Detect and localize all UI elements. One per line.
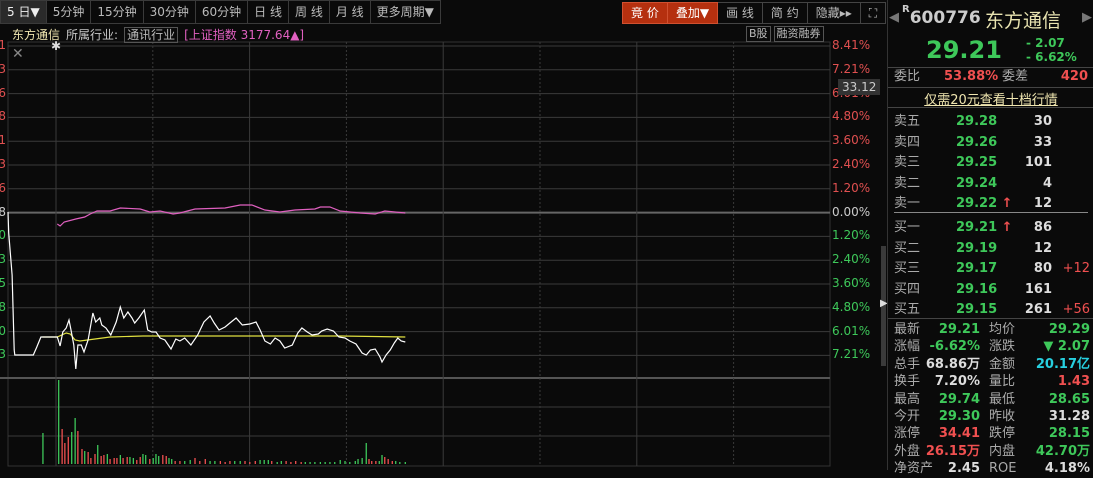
stat-row[interactable]: 净资产 2.45 ROE 4.18% [894,459,1090,478]
auction-button[interactable]: 竟 价 [622,2,668,24]
margin-button[interactable]: 融资融券 [773,26,824,42]
stat-row[interactable]: 涨停 34.41 跌停 28.15 [894,424,1090,443]
period-toolbar: 5 日▼ 5分钟 15分钟 30分钟 60分钟 日 线 周 线 月 线 更多周期… [0,0,441,25]
axis-tick-pct: 2.40% [832,157,871,171]
bid-row[interactable]: 买三 29.17 80 +12 [894,259,1090,278]
period-30min[interactable]: 30分钟 [143,0,196,24]
period-monthly[interactable]: 月 线 [329,0,371,24]
prev-stock-arrow-icon[interactable]: ◀ [889,10,899,25]
stat-row[interactable]: 换手 7.20% 量比 1.43 [894,372,1090,391]
ask-row[interactable]: 卖二 29.24 4 [894,174,1090,193]
axis-tick-price: 31.66 [0,180,6,195]
axis-tick-price: 33.53 [0,61,6,76]
weibi-row: 委比 53.88% 委差 420 [894,69,1088,84]
quote-panel: ◀ R600776 东方通信 ▶ 29.21 - 2.07- 6.62% 委比 … [887,0,1093,476]
axis-tick-pct: 7.21% [832,347,871,362]
stock-name: 东方通信 [12,28,61,42]
period-daily[interactable]: 日 线 [248,0,289,24]
plot-area [7,41,831,467]
level2-promo-link[interactable]: 仅需20元查看十档行情 [888,89,1093,108]
axis-tick-price: 33.91 [0,38,6,52]
axis-tick-pct: 1.20% [832,228,871,243]
stat-row[interactable]: 涨幅 -6.62% 涨跌 ▼ 2.07 [894,337,1090,356]
last-price: 29.21 [926,36,1002,64]
crosshair-price: 33.12 [838,79,881,95]
axis-tick-pct: 0.00% [832,204,871,219]
period-5min[interactable]: 5分钟 [46,0,92,24]
bid-row[interactable]: 买四 29.16 161 [894,280,1090,299]
ask-row[interactable]: 卖三 29.25 101 [894,153,1090,172]
simple-button[interactable]: 简 约 [762,2,808,24]
period-5day[interactable]: 5 日▼ [0,0,47,24]
axis-tick-pct: 7.21% [832,61,871,76]
period-more[interactable]: 更多周期▼ [370,0,441,24]
industry-button[interactable]: 通讯行业 [124,26,179,43]
chart-info: 东方通信 所属行业: 通讯行业 [上证指数 3177.64▲] [12,26,304,43]
axis-tick-pct: 4.80% [832,109,871,124]
axis-tick-pct: 3.60% [832,276,871,290]
hide-button[interactable]: 隐藏▸▸ [807,2,861,24]
stock-name: 东方通信 [985,10,1062,32]
stock-code: R600776 [902,4,981,28]
stat-row[interactable]: 今开 29.30 昨收 31.28 [894,407,1090,426]
axis-tick-price: 29.40 [0,323,6,338]
axis-tick-price: 33.16 [0,85,6,100]
axis-tick-pct: 2.40% [832,252,871,267]
axis-tick-pct: 8.41% [832,38,871,52]
ask-row[interactable]: 卖四 29.26 33 [894,133,1090,152]
bid-row[interactable]: 买二 29.19 12 [894,239,1090,258]
axis-tick-price: 32.41 [0,133,6,148]
bid-row[interactable]: 买一 29.21 ↑ 86 [894,218,1090,237]
price-change: - 2.07- 6.62% [1026,36,1077,64]
period-60min[interactable]: 60分钟 [195,0,249,24]
ask-row[interactable]: 卖一 29.22 ↑ 12 [894,194,1090,213]
axis-tick-price: 30.53 [0,252,6,267]
close-icon: ✕ [12,46,24,62]
axis-tick-price: 29.03 [0,347,6,362]
next-stock-arrow-icon[interactable]: ▶ [1082,10,1092,25]
overlay-button[interactable]: 叠加▼ [667,2,719,24]
axis-tick-pct: 1.20% [832,180,871,195]
period-weekly[interactable]: 周 线 [289,0,330,24]
draw-button[interactable]: 画 线 [718,2,763,24]
chart-tools: 竟 价 叠加▼ 画 线 简 约 隐藏▸▸ ⛶ [622,2,887,24]
fullscreen-icon[interactable]: ⛶ [860,2,887,24]
axis-tick-price: 30.15 [0,276,6,290]
index-overlay-label[interactable]: [上证指数 3177.64▲] [184,26,304,43]
axis-tick-price: 32.78 [0,109,6,124]
axis-tick-price: 29.78 [0,299,6,314]
b-share-button[interactable]: B股 [746,26,771,42]
stat-row[interactable]: 最高 29.74 最低 28.65 [894,390,1090,409]
axis-tick-price: 30.90 [0,228,6,243]
industry-label: 所属行业: [66,28,119,42]
axis-tick-price: 32.03 [0,157,6,171]
axis-tick-pct: 6.01% [832,323,871,338]
stat-row[interactable]: 最新 29.21 均价 29.29 [894,320,1090,339]
axis-tick-price: 31.28 [0,204,6,219]
stat-row[interactable]: 外盘 26.15万 内盘 42.70万 [894,442,1090,461]
stat-row[interactable]: 总手 68.86万 金额 20.17亿 [894,355,1090,374]
axis-tick-pct: 4.80% [832,299,871,314]
period-15min[interactable]: 15分钟 [91,0,144,24]
bid-row[interactable]: 买五 29.15 261 +56 [894,300,1090,319]
intraday-chart[interactable]: ✕ ✱ [0,0,890,470]
ask-row[interactable]: 卖五 29.28 30 [894,112,1090,131]
axis-tick-pct: 3.60% [832,133,871,148]
